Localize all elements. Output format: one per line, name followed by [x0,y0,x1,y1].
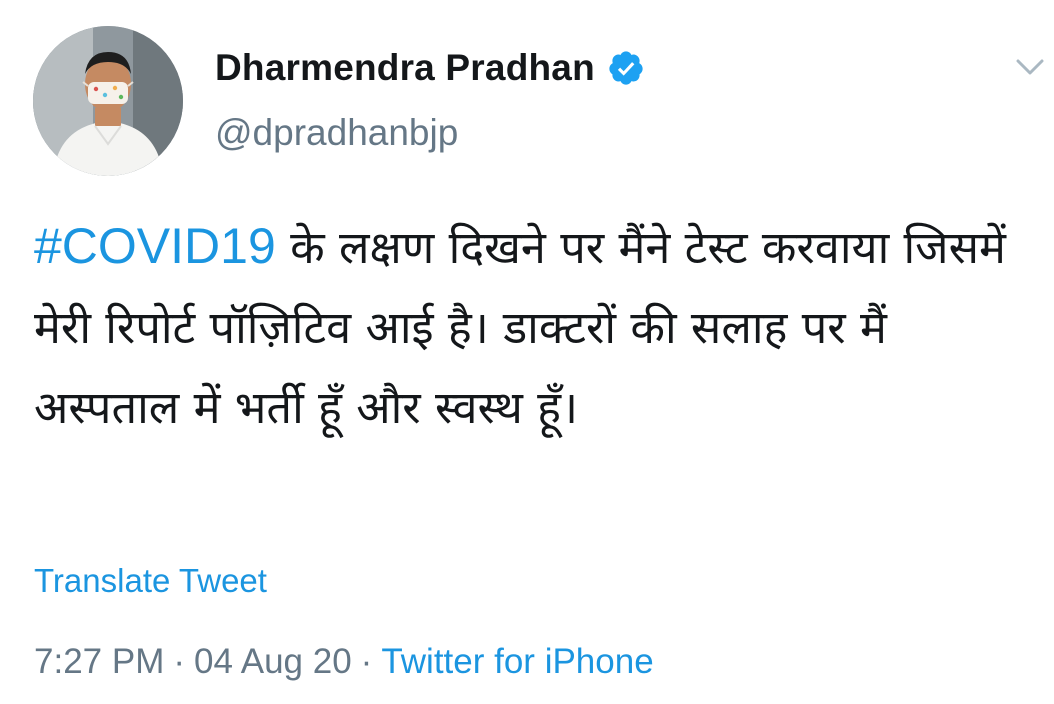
tweet-text: #COVID19 के लक्षण दिखने पर मैंने टेस्ट क… [34,206,1024,448]
author-handle[interactable]: @dpradhanbjp [215,112,458,154]
verified-badge-icon [607,49,645,87]
avatar-photo [33,26,183,176]
tweet-time[interactable]: 7:27 PM [34,642,164,681]
author-display-name[interactable]: Dharmendra Pradhan [215,47,595,89]
meta-separator: · [173,642,186,681]
author-name-row[interactable]: Dharmendra Pradhan [215,44,645,92]
tweet-card: Dharmendra Pradhan @dpradhanbjp #COVID19… [0,0,1054,704]
translate-tweet-link[interactable]: Translate Tweet [34,562,267,600]
tweet-source-link[interactable]: Twitter for iPhone [381,642,653,681]
tweet-metadata: 7:27 PM · 04 Aug 20 · Twitter for iPhone [34,642,654,682]
avatar[interactable] [33,26,183,176]
tweet-date[interactable]: 04 Aug 20 [194,642,352,681]
chevron-down-icon[interactable] [1012,52,1048,82]
hashtag-link[interactable]: #COVID19 [34,218,276,274]
meta-separator: · [360,642,373,681]
